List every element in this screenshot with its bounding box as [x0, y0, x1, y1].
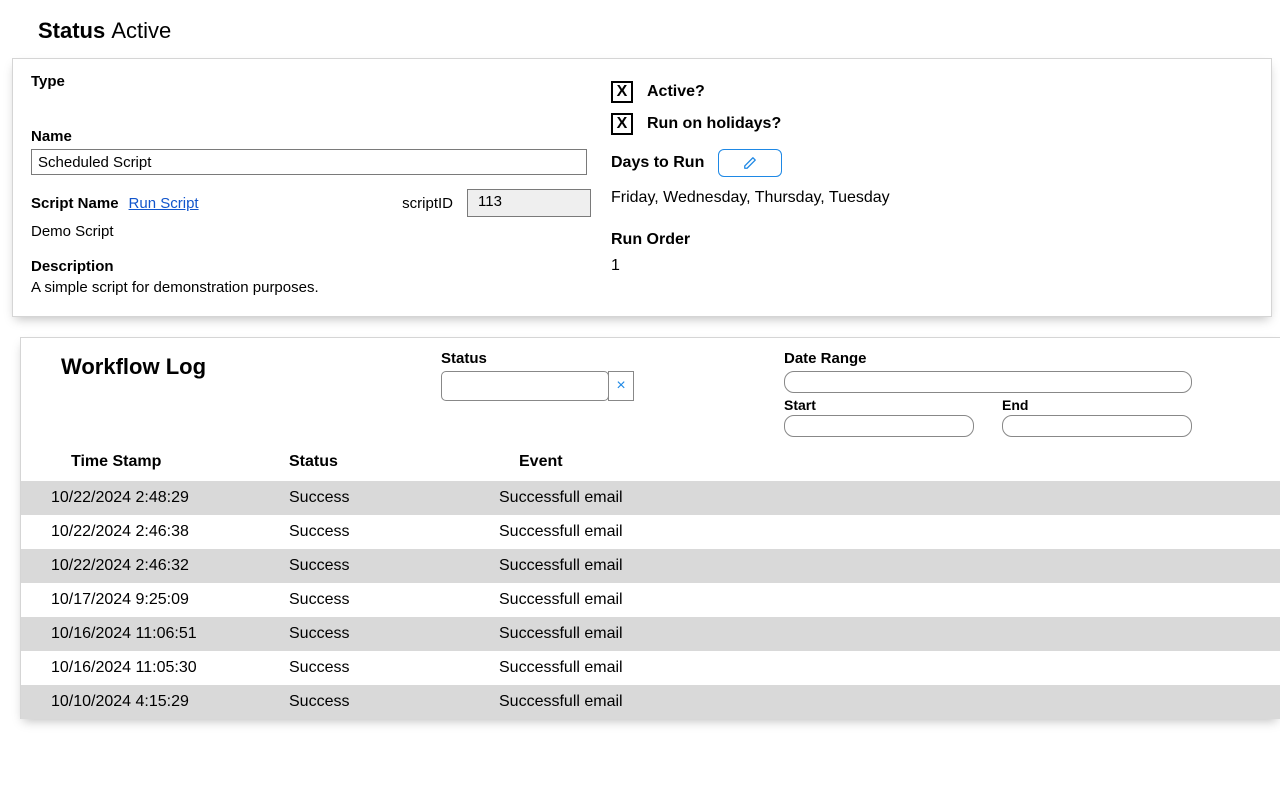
cell-status: Success [269, 617, 469, 651]
cell-event: Successfull email [469, 617, 1280, 651]
active-label: Active? [647, 83, 705, 101]
description-value: A simple script for demonstration purpos… [31, 279, 591, 296]
run-script-link[interactable]: Run Script [129, 195, 199, 212]
type-label: Type [31, 73, 591, 90]
close-icon: × [616, 377, 625, 395]
active-checkbox[interactable]: X [611, 81, 633, 103]
run-order-label: Run Order [611, 231, 1253, 249]
details-panel: Type Name Script Name Run Script scriptI… [12, 58, 1272, 317]
name-label: Name [31, 128, 591, 145]
cell-timestamp: 10/16/2024 11:06:51 [21, 617, 269, 651]
cell-timestamp: 10/10/2024 4:15:29 [21, 685, 269, 719]
table-row: 10/22/2024 2:46:38SuccessSuccessfull ema… [21, 515, 1280, 549]
table-row: 10/16/2024 11:06:51SuccessSuccessfull em… [21, 617, 1280, 651]
table-row: 10/22/2024 2:46:32SuccessSuccessfull ema… [21, 549, 1280, 583]
scriptid-value: 113 [467, 189, 591, 217]
cell-timestamp: 10/22/2024 2:48:29 [21, 481, 269, 515]
workflow-log-table: Time Stamp Status Event 10/22/2024 2:48:… [21, 445, 1280, 719]
start-input[interactable] [784, 415, 974, 437]
cell-status: Success [269, 685, 469, 719]
description-label: Description [31, 258, 591, 275]
status-header: Status Active [0, 0, 1280, 58]
table-row: 10/17/2024 9:25:09SuccessSuccessfull ema… [21, 583, 1280, 617]
date-range-input[interactable] [784, 371, 1192, 393]
name-input[interactable] [31, 149, 587, 175]
cell-event: Successfull email [469, 549, 1280, 583]
clear-status-button[interactable]: × [608, 371, 634, 401]
edit-days-button[interactable] [718, 149, 782, 177]
workflow-log-panel: Workflow Log Status × Date Range Start [20, 337, 1280, 719]
table-row: 10/10/2024 4:15:29SuccessSuccessfull ema… [21, 685, 1280, 719]
cell-status: Success [269, 651, 469, 685]
col-status: Status [269, 445, 469, 481]
cell-status: Success [269, 583, 469, 617]
table-row: 10/16/2024 11:05:30SuccessSuccessfull em… [21, 651, 1280, 685]
days-to-run-label: Days to Run [611, 154, 704, 172]
status-value: Active [111, 18, 171, 43]
end-input[interactable] [1002, 415, 1192, 437]
status-label: Status [38, 18, 105, 43]
holidays-label: Run on holidays? [647, 115, 781, 133]
start-label: Start [784, 397, 974, 413]
cell-event: Successfull email [469, 651, 1280, 685]
cell-timestamp: 10/17/2024 9:25:09 [21, 583, 269, 617]
cell-timestamp: 10/22/2024 2:46:32 [21, 549, 269, 583]
holidays-checkbox[interactable]: X [611, 113, 633, 135]
run-order-value: 1 [611, 257, 1253, 275]
status-filter-input[interactable] [441, 371, 609, 401]
cell-event: Successfull email [469, 583, 1280, 617]
scriptid-label: scriptID [262, 195, 453, 212]
cell-timestamp: 10/16/2024 11:05:30 [21, 651, 269, 685]
workflow-log-title: Workflow Log [61, 354, 441, 380]
days-to-run-value: Friday, Wednesday, Thursday, Tuesday [611, 189, 1253, 207]
status-filter-label: Status [441, 350, 634, 367]
cell-event: Successfull email [469, 685, 1280, 719]
date-range-label: Date Range [784, 350, 1192, 367]
end-label: End [1002, 397, 1192, 413]
cell-event: Successfull email [469, 481, 1280, 515]
table-row: 10/22/2024 2:48:29SuccessSuccessfull ema… [21, 481, 1280, 515]
script-name-label: Script Name [31, 195, 119, 212]
script-name-value: Demo Script [31, 223, 591, 240]
col-event: Event [469, 445, 1280, 481]
cell-event: Successfull email [469, 515, 1280, 549]
cell-status: Success [269, 481, 469, 515]
col-timestamp: Time Stamp [21, 445, 269, 481]
pencil-icon [743, 156, 757, 170]
cell-status: Success [269, 515, 469, 549]
cell-timestamp: 10/22/2024 2:46:38 [21, 515, 269, 549]
cell-status: Success [269, 549, 469, 583]
